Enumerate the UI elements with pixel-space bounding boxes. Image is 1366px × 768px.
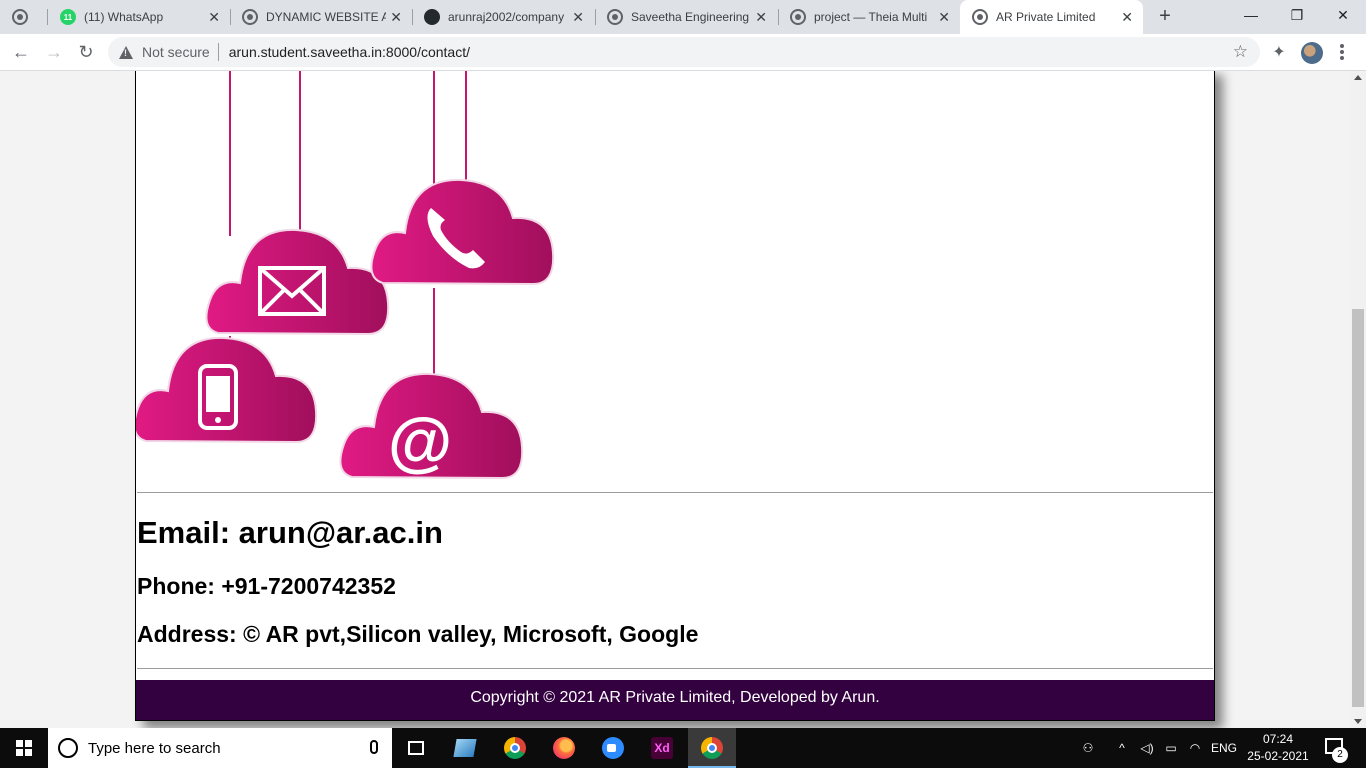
contact-clouds-illustration: @: [136, 71, 555, 480]
close-tab-icon[interactable]: ✕: [390, 9, 402, 25]
wifi-icon[interactable]: ◠: [1184, 728, 1206, 768]
windows-journal-icon: [453, 739, 477, 757]
tab-dynamic-website[interactable]: DYNAMIC WEBSITE AR ✕: [230, 0, 412, 34]
restore-button[interactable]: ❐: [1274, 0, 1320, 30]
warning-icon[interactable]: [119, 45, 133, 59]
close-tab-icon[interactable]: ✕: [755, 9, 767, 25]
close-window-button[interactable]: ✕: [1320, 0, 1366, 30]
chrome-active-app-button[interactable]: [688, 728, 736, 768]
globe-icon: [607, 9, 623, 25]
task-view-icon: [408, 741, 424, 755]
firefox-app-button[interactable]: [540, 728, 588, 768]
page-footer: Copyright © 2021 AR Private Limited, Dev…: [136, 680, 1214, 720]
tab-title: (11) WhatsApp: [84, 10, 164, 24]
show-hidden-icons-chevron-icon[interactable]: ^: [1114, 728, 1130, 768]
page-viewport: @ Email: arun@ar.ac.in Phone: +91-720074…: [0, 71, 1350, 728]
tab-strip: 11 (11) WhatsApp ✕ DYNAMIC WEBSITE AR ✕ …: [0, 0, 1366, 34]
divider-bottom: [137, 668, 1213, 669]
reload-button[interactable]: ↻: [74, 40, 98, 64]
volume-icon[interactable]: ◁): [1136, 728, 1158, 768]
scroll-thumb[interactable]: [1352, 309, 1364, 707]
tab-theia[interactable]: project — Theia Multi ✕: [778, 0, 960, 34]
minimize-button[interactable]: —: [1228, 0, 1274, 30]
zoom-icon: [602, 737, 624, 759]
globe-icon: [790, 9, 806, 25]
back-button[interactable]: ←: [9, 40, 33, 64]
close-tab-icon[interactable]: ✕: [938, 9, 950, 25]
contact-address: Address: © AR pvt,Silicon valley, Micros…: [137, 621, 699, 647]
close-tab-icon[interactable]: ✕: [208, 9, 220, 25]
tab-title: AR Private Limited: [996, 10, 1096, 24]
github-icon: [424, 9, 440, 25]
extensions-puzzle-icon[interactable]: ✦: [1268, 42, 1290, 64]
chrome-icon: [701, 737, 723, 759]
people-icon[interactable]: ⚇: [1076, 728, 1100, 768]
globe-icon: [242, 9, 258, 25]
close-tab-icon[interactable]: ✕: [572, 9, 584, 25]
clock-time: 07:24: [1262, 732, 1294, 746]
task-view-button[interactable]: [392, 728, 440, 768]
chrome-app-button[interactable]: [491, 728, 539, 768]
profile-avatar[interactable]: [1301, 42, 1323, 64]
bookmark-star-icon[interactable]: ☆: [1233, 42, 1248, 62]
battery-icon[interactable]: ▭: [1160, 728, 1182, 768]
firefox-icon: [553, 737, 575, 759]
vertical-scrollbar[interactable]: [1350, 71, 1366, 728]
url-text[interactable]: arun.student.saveetha.in:8000/contact/: [229, 44, 470, 60]
tab-github[interactable]: arunraj2002/company ✕: [412, 0, 594, 34]
new-tab-button[interactable]: +: [1154, 6, 1176, 28]
close-tab-icon[interactable]: ✕: [1121, 9, 1133, 25]
contact-phone: Phone: +91-7200742352: [137, 573, 396, 599]
menu-kebab-icon[interactable]: [1336, 42, 1348, 64]
chrome-icon: [504, 737, 526, 759]
windows-logo-icon: [16, 740, 32, 756]
whatsapp-icon: 11: [60, 9, 76, 25]
tab-ar-private-limited[interactable]: AR Private Limited ✕: [960, 0, 1143, 34]
search-placeholder: Type here to search: [88, 739, 221, 757]
tab-title: Saveetha Engineering: [631, 10, 750, 24]
scroll-down-arrow-icon[interactable]: [1354, 719, 1362, 724]
mobile-cloud: [136, 336, 318, 444]
browser-toolbar: ← → ↻ Not secure arun.student.saveetha.i…: [0, 34, 1366, 71]
phone-cloud: [370, 178, 555, 286]
cortana-icon[interactable]: [58, 738, 78, 758]
adobe-xd-icon: Xd: [651, 737, 673, 759]
tab-title: arunraj2002/company: [448, 10, 565, 24]
adobe-xd-app-button[interactable]: Xd: [638, 728, 686, 768]
zoom-app-button[interactable]: [589, 728, 637, 768]
divider: [217, 43, 219, 61]
tab-pinned[interactable]: [0, 0, 48, 34]
tab-saveetha[interactable]: Saveetha Engineering ✕: [595, 0, 777, 34]
tab-title: project — Theia Multi: [814, 10, 928, 24]
clock-date: 25-02-2021: [1247, 749, 1309, 763]
globe-icon: [972, 9, 988, 25]
at-cloud: @: [339, 372, 524, 480]
security-label[interactable]: Not secure: [142, 44, 210, 60]
scroll-up-arrow-icon[interactable]: [1354, 75, 1362, 80]
taskbar-clock[interactable]: 07:24 25-02-2021: [1244, 731, 1312, 765]
contact-page: @ Email: arun@ar.ac.in Phone: +91-720074…: [135, 71, 1215, 721]
windows-taskbar: Type here to search Xd ⚇ ^ ◁) ▭ ◠ ENG 07…: [0, 728, 1366, 768]
mail-cloud: [205, 228, 390, 336]
notification-count-badge: 2: [1332, 747, 1348, 763]
address-bar[interactable]: Not secure arun.student.saveetha.in:8000…: [108, 37, 1260, 67]
start-button[interactable]: [0, 728, 48, 768]
language-indicator[interactable]: ENG: [1208, 728, 1240, 768]
taskbar-search-box[interactable]: Type here to search: [48, 728, 392, 768]
microphone-icon[interactable]: [370, 740, 378, 754]
divider-top: [137, 492, 1213, 493]
svg-text:@: @: [388, 404, 452, 478]
forward-button[interactable]: →: [42, 40, 66, 64]
tab-title: DYNAMIC WEBSITE AR: [266, 10, 386, 24]
journal-app-button[interactable]: [441, 728, 489, 768]
contact-email: Email: arun@ar.ac.in: [137, 515, 443, 550]
tab-whatsapp[interactable]: 11 (11) WhatsApp ✕: [48, 0, 230, 34]
globe-icon: [12, 9, 28, 25]
